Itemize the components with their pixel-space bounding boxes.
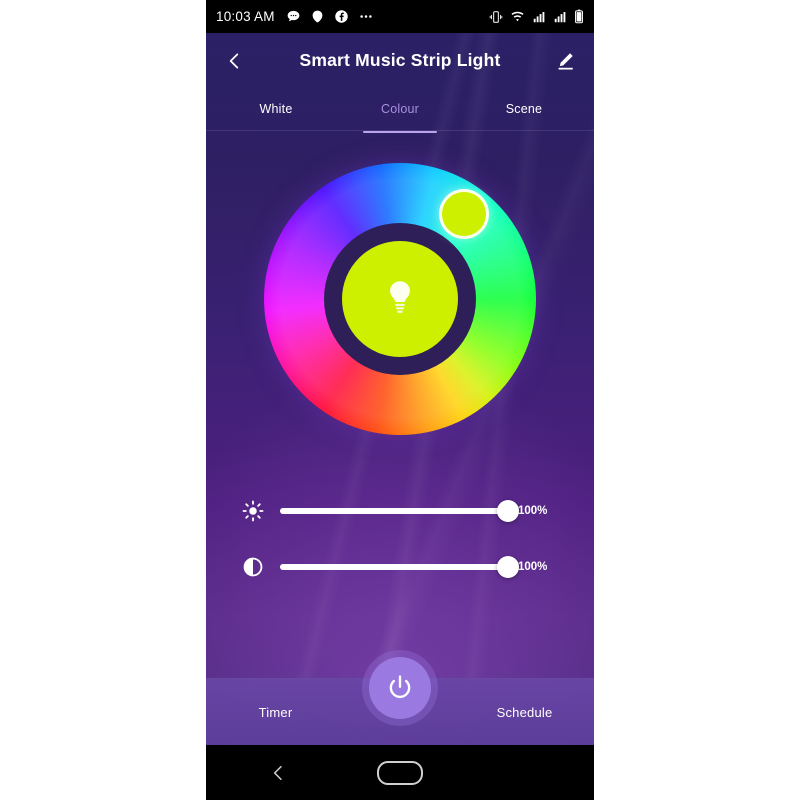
brightness-slider-fill xyxy=(280,508,508,514)
saturation-slider-fill xyxy=(280,564,508,570)
phone-screen: 10:03 AM Smart Music Strip Light White C… xyxy=(206,0,594,800)
tab-scene-label: Scene xyxy=(505,102,543,116)
tab-white-label: White xyxy=(259,102,293,116)
edit-button[interactable] xyxy=(550,46,576,76)
app-content: Smart Music Strip Light White Colour Sce… xyxy=(206,33,594,745)
bottom-action-bar: Timer Schedule xyxy=(206,657,594,745)
signal-icon xyxy=(532,10,546,24)
tab-colour-label: Colour xyxy=(380,102,420,116)
selected-color-disc[interactable] xyxy=(342,241,458,357)
tab-white[interactable]: White xyxy=(214,88,338,130)
vibrate-icon xyxy=(489,10,503,24)
saturation-value: 100% xyxy=(518,561,548,573)
back-chevron-icon xyxy=(229,52,239,69)
signal-icon-2 xyxy=(553,10,567,24)
status-bar-right xyxy=(489,9,584,24)
messages-icon xyxy=(286,9,301,24)
app-header: Smart Music Strip Light xyxy=(206,33,594,88)
contrast-half-circle-icon xyxy=(240,556,266,578)
color-wheel-area xyxy=(206,131,594,483)
more-icon xyxy=(358,9,374,24)
saturation-slider-row: 100% xyxy=(240,539,560,595)
tab-scene[interactable]: Scene xyxy=(462,88,586,130)
tab-colour[interactable]: Colour xyxy=(338,88,462,133)
brightness-slider-thumb[interactable] xyxy=(497,500,519,522)
page-title: Smart Music Strip Light xyxy=(299,50,501,70)
light-bulb-icon xyxy=(390,281,410,313)
slider-group: 100% 100% xyxy=(206,483,594,595)
color-wheel[interactable] xyxy=(264,163,536,435)
status-bar: 10:03 AM xyxy=(206,0,594,33)
status-bar-clock: 10:03 AM xyxy=(216,9,275,24)
android-nav-bar xyxy=(206,745,594,800)
facebook-icon xyxy=(334,9,349,24)
assistant-icon xyxy=(310,9,325,24)
schedule-button[interactable]: Schedule xyxy=(455,705,594,720)
status-bar-left: 10:03 AM xyxy=(216,9,374,24)
brightness-value: 100% xyxy=(518,505,548,517)
brightness-slider-row: 100% xyxy=(240,483,560,539)
nav-back-icon[interactable] xyxy=(268,761,288,785)
timer-button[interactable]: Timer xyxy=(206,705,345,720)
nav-home-pill[interactable] xyxy=(377,760,423,785)
edit-pencil-icon xyxy=(558,52,573,70)
battery-icon xyxy=(574,9,584,24)
back-button[interactable] xyxy=(224,46,250,76)
color-selector-handle[interactable] xyxy=(438,189,489,240)
saturation-slider[interactable] xyxy=(280,556,519,578)
brightness-sun-icon xyxy=(240,500,266,522)
power-button[interactable] xyxy=(369,657,431,719)
saturation-slider-thumb[interactable] xyxy=(497,556,519,578)
brightness-slider[interactable] xyxy=(280,500,519,522)
power-icon xyxy=(389,675,411,699)
wifi-icon xyxy=(510,10,525,24)
mode-tabs: White Colour Scene xyxy=(206,88,594,133)
